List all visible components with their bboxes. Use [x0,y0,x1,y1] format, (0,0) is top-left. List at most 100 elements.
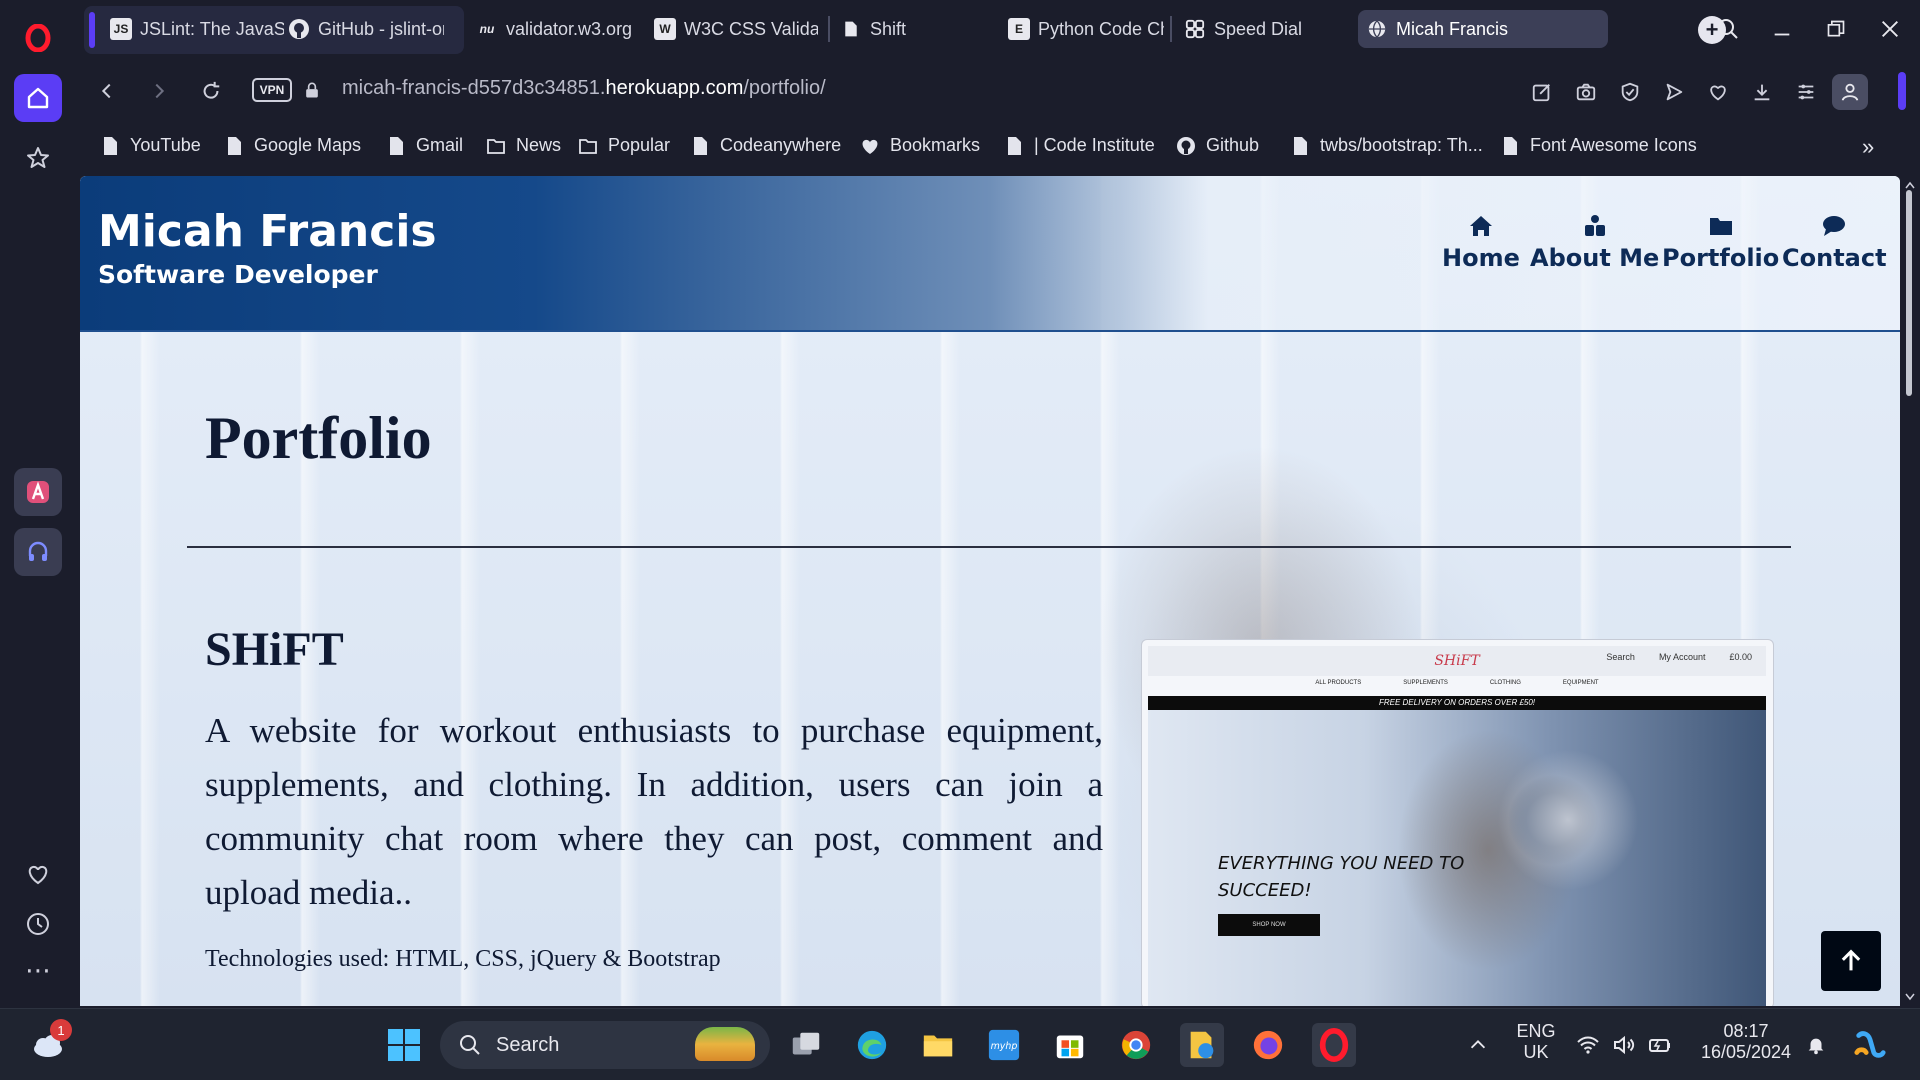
bookmark-codeanywhere[interactable]: Codeanywhere [690,135,841,156]
search-tabs-icon[interactable] [1708,12,1748,46]
edge-icon[interactable] [850,1023,894,1067]
nav-about-me[interactable]: About Me [1530,212,1659,272]
tab-micah-francis[interactable]: Micah Francis [1358,10,1608,48]
screenshot-menu-item: SUPPLEMENTS [1403,680,1448,686]
web-page: Micah Francis Software Developer Home Ab… [80,176,1900,1006]
profile-icon[interactable] [1832,74,1868,110]
myhp-icon[interactable]: myhp [982,1023,1026,1067]
heart-icon[interactable] [1702,76,1734,108]
tab-separator [1170,16,1172,42]
home-icon[interactable] [14,74,62,122]
send-icon[interactable] [1658,76,1690,108]
bookmark-font-awesome[interactable]: Font Awesome Icons [1500,135,1697,156]
screenshot-shop-now-button: SHOP NOW [1218,914,1320,936]
task-view-icon[interactable] [784,1023,828,1067]
project-screenshot[interactable]: SHiFT Search My Account £0.00 ALL PRODUC… [1141,639,1774,1006]
jslint-icon: JS [110,18,132,40]
brand-name[interactable]: Micah Francis [98,206,437,257]
shield-icon[interactable] [1614,76,1646,108]
bookmark-label: Codeanywhere [720,135,842,155]
project-description: A website for workout enthusiasts to pur… [205,711,1103,912]
wifi-icon[interactable] [1570,1023,1606,1067]
windows-taskbar: 1 Search myhp ENG UK 08:17 16/05/2024 [0,1008,1920,1080]
bookmark-label: Github [1206,135,1260,155]
github-icon [1177,136,1195,155]
bookmark-folder-news[interactable]: News [486,135,561,156]
chrome-icon[interactable] [1114,1023,1158,1067]
camera-icon[interactable] [1570,76,1602,108]
download-icon[interactable] [1746,76,1778,108]
tab-jslint[interactable]: JS JSLint: The JavaSc [102,10,292,48]
url-field[interactable]: micah-francis-d557d3c34851.herokuapp.com… [342,77,826,100]
bookmark-github[interactable]: Github [1176,135,1259,156]
nav-contact[interactable]: Contact [1782,212,1887,272]
back-to-top-button[interactable] [1821,931,1881,991]
clock[interactable]: 08:17 16/05/2024 [1696,1021,1796,1063]
file-explorer-icon[interactable] [916,1023,960,1067]
bookmarks-overflow-button[interactable]: » [1862,134,1874,160]
language-indicator[interactable]: ENG UK [1516,1021,1556,1063]
bookmark-bookmarks[interactable]: Bookmarks [860,135,980,156]
globe-icon [1366,18,1388,40]
bookmark-folder-popular[interactable]: Popular [578,135,670,156]
lock-icon[interactable] [302,78,322,107]
star-icon[interactable] [14,134,62,182]
speed-dial-icon [1184,18,1206,40]
volume-icon[interactable] [1606,1023,1642,1067]
more-dots-icon[interactable]: ⋯ [14,946,62,994]
tab-github[interactable]: GitHub - jslint-or [280,10,452,48]
folder-icon [1709,218,1732,235]
language-region: UK [1523,1042,1549,1062]
opera-logo-icon[interactable] [14,14,62,62]
e-icon: E [1008,18,1030,40]
snapshot-edit-icon[interactable] [1526,76,1558,108]
tab-speed-dial[interactable]: Speed Dial [1176,10,1376,48]
copilot-icon[interactable] [1848,1023,1892,1067]
search-highlight-taco-icon[interactable] [695,1027,755,1061]
tab-separator [828,16,830,42]
notification-bell-icon[interactable] [1798,1023,1834,1067]
back-button[interactable] [90,74,124,108]
history-clock-icon[interactable] [14,900,62,948]
tab-python-checker[interactable]: E Python Code Ch [1000,10,1172,48]
opera-taskbar-icon[interactable] [1312,1023,1356,1067]
opera-sidebar: ⋯ [0,0,76,1008]
bookmark-google-maps[interactable]: Google Maps [224,135,361,156]
bookmark-youtube[interactable]: YouTube [100,135,201,156]
bookmark-gmail[interactable]: Gmail [386,135,463,156]
tab-validator[interactable]: nu validator.w3.org [468,10,648,48]
battery-icon[interactable] [1642,1023,1678,1067]
scrollbar-thumb[interactable] [1906,190,1912,396]
microsoft-store-icon[interactable] [1048,1023,1092,1067]
music-player-icon[interactable] [14,528,62,576]
nav-home[interactable]: Home [1442,212,1520,272]
aria-ai-icon[interactable] [14,468,62,516]
windows-start-icon[interactable] [382,1023,426,1067]
bookmark-twbs-bootstrap[interactable]: twbs/bootstrap: Th... [1290,135,1483,156]
page-icon [1504,136,1517,155]
nav-portfolio[interactable]: Portfolio [1662,212,1779,272]
tab-w3c-css[interactable]: W W3C CSS Validat [646,10,826,48]
bookmark-code-institute[interactable]: | Code Institute [1004,135,1155,156]
bookmark-label: twbs/bootstrap: Th... [1320,135,1483,155]
file-manager-icon[interactable] [1180,1023,1224,1067]
sidebar-indicator [1898,72,1906,110]
bookmark-label: Font Awesome Icons [1530,135,1697,155]
easy-setup-icon[interactable] [1790,76,1822,108]
reload-button[interactable] [194,74,228,108]
url-domain: herokuapp.com [605,77,744,99]
show-hidden-icons-chevron-icon[interactable] [1456,1023,1500,1067]
vpn-badge[interactable]: VPN [252,78,292,102]
screenshot-menu: ALL PRODUCTS SUPPLEMENTS CLOTHING EQUIPM… [1148,680,1766,686]
nav-label: Portfolio [1662,244,1780,272]
firefox-icon[interactable] [1246,1023,1290,1067]
restore-button[interactable] [1816,12,1856,46]
close-window-button[interactable] [1870,12,1910,46]
bookmark-label: Bookmarks [890,135,981,155]
clock-time: 08:17 [1723,1021,1769,1041]
minimize-button[interactable] [1762,12,1802,46]
forward-button[interactable] [142,74,176,108]
heart-icon[interactable] [14,850,62,898]
screenshot-basket-label: £0.00 [1729,652,1752,662]
section-divider [187,546,1791,548]
